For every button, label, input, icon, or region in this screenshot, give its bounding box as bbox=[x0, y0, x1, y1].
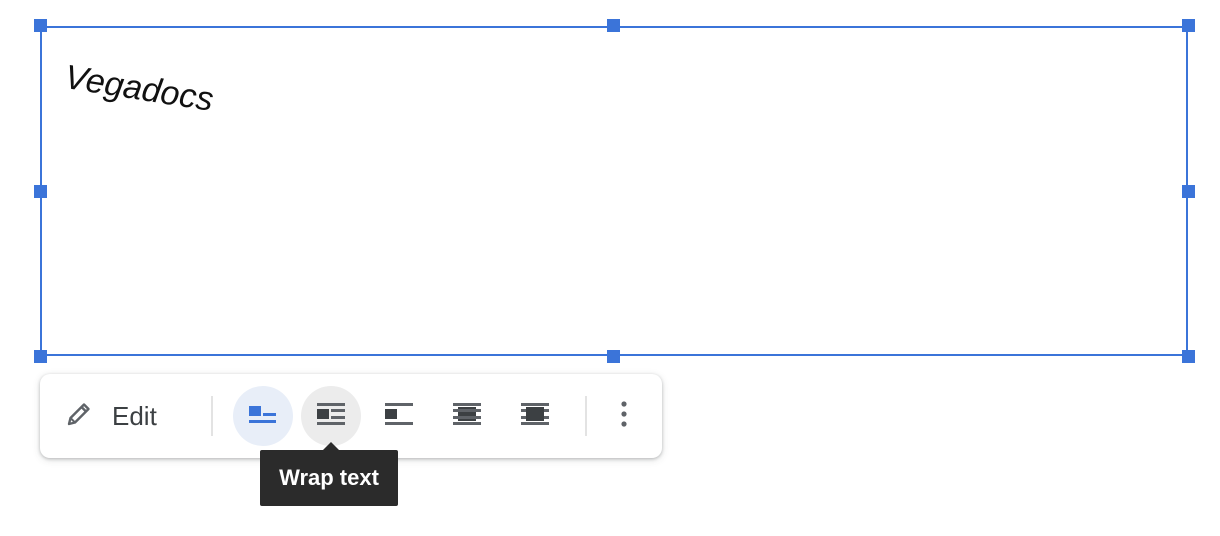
resize-handle-bottom-center[interactable] bbox=[607, 350, 620, 363]
pencil-icon bbox=[64, 399, 94, 434]
inline-icon bbox=[248, 401, 278, 432]
tooltip-text: Wrap text bbox=[279, 465, 379, 490]
wrap-text-icon bbox=[316, 401, 346, 432]
tooltip-arrow bbox=[323, 442, 339, 450]
break-text-icon bbox=[384, 401, 414, 432]
tooltip: Wrap text bbox=[260, 450, 398, 506]
in-front-of-text-icon bbox=[520, 401, 550, 432]
resize-handle-top-center[interactable] bbox=[607, 19, 620, 32]
resize-handle-middle-right[interactable] bbox=[1182, 185, 1195, 198]
resize-handle-top-right[interactable] bbox=[1182, 19, 1195, 32]
image-options-toolbar: Edit bbox=[40, 374, 662, 458]
behind-text-icon bbox=[452, 401, 482, 432]
resize-handle-middle-left[interactable] bbox=[34, 185, 47, 198]
document-canvas: Vegadocs Edit Wrap text bbox=[0, 0, 1220, 536]
behind-text-button[interactable] bbox=[437, 386, 497, 446]
drawing-selection-frame[interactable] bbox=[40, 26, 1188, 356]
toolbar-divider bbox=[211, 396, 213, 436]
inline-button[interactable] bbox=[233, 386, 293, 446]
toolbar-divider bbox=[585, 396, 587, 436]
wrap-text-button[interactable] bbox=[301, 386, 361, 446]
more-options-button[interactable] bbox=[602, 394, 646, 438]
edit-button-label: Edit bbox=[112, 400, 157, 431]
resize-handle-top-left[interactable] bbox=[34, 19, 47, 32]
edit-button[interactable]: Edit bbox=[64, 394, 157, 438]
more-vert-icon bbox=[620, 399, 628, 434]
break-text-button[interactable] bbox=[369, 386, 429, 446]
resize-handle-bottom-left[interactable] bbox=[34, 350, 47, 363]
resize-handle-bottom-right[interactable] bbox=[1182, 350, 1195, 363]
in-front-of-text-button[interactable] bbox=[505, 386, 565, 446]
